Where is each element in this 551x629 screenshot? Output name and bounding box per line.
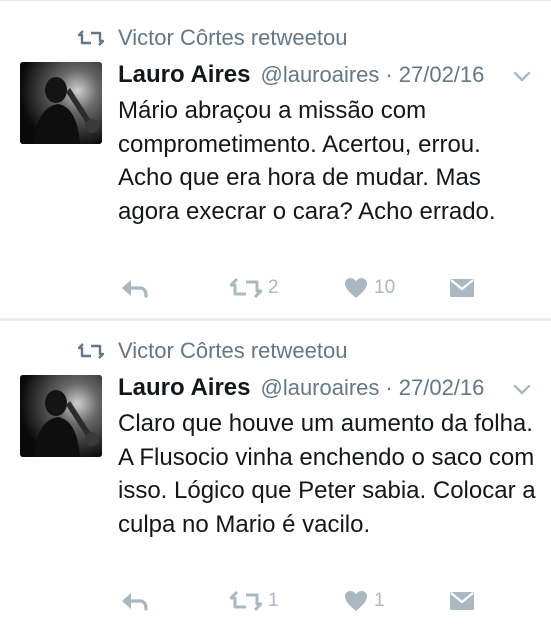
tweet-actions: 1 1 — [118, 587, 538, 615]
reply-icon — [120, 277, 148, 299]
author-name[interactable]: Lauro Aires — [118, 374, 250, 402]
tweet-date[interactable]: 27/02/16 — [399, 375, 485, 401]
tweet-header: Lauro Aires @lauroaires · 27/02/16 — [118, 61, 484, 93]
heart-icon — [344, 590, 368, 612]
like-count: 1 — [374, 590, 385, 611]
retweet-context: Victor Côrtes retweetou — [78, 336, 347, 366]
tweet-header: Lauro Aires @lauroaires · 27/02/16 — [118, 374, 484, 406]
avatar[interactable] — [20, 62, 102, 144]
retweet-icon — [78, 29, 104, 47]
retweet-icon — [78, 342, 104, 360]
author-handle[interactable]: @lauroaires — [260, 62, 379, 88]
envelope-icon — [449, 278, 475, 298]
envelope-icon — [449, 591, 475, 611]
chevron-down-icon[interactable] — [512, 67, 532, 87]
tweet-date[interactable]: 27/02/16 — [399, 62, 485, 88]
tweet-text: Claro que houve um aumento da folha. A F… — [118, 410, 536, 538]
separator: · — [385, 375, 393, 400]
retweet-button[interactable]: 1 — [230, 587, 279, 615]
like-button[interactable]: 10 — [344, 274, 395, 302]
author-handle[interactable]: @lauroaires — [260, 375, 379, 401]
reply-icon — [120, 590, 148, 612]
retweet-button[interactable]: 2 — [230, 274, 279, 302]
direct-message-button[interactable] — [449, 587, 475, 615]
retweet-count: 1 — [268, 590, 279, 611]
reply-button[interactable] — [120, 274, 148, 302]
top-border — [0, 0, 551, 1]
retweet-context-label: Victor Côrtes retweetou — [118, 338, 348, 363]
like-count: 10 — [374, 277, 396, 298]
avatar[interactable] — [20, 375, 102, 457]
reply-button[interactable] — [120, 587, 148, 615]
like-button[interactable]: 1 — [344, 587, 385, 615]
chevron-down-icon[interactable] — [512, 380, 532, 400]
tweet-text: Mário abraçou a missão com comprometimen… — [118, 97, 496, 225]
tweet[interactable]: Victor Côrtes retweetou Lauro Aires @lau… — [0, 8, 551, 319]
tweet-actions: 2 10 — [118, 274, 538, 302]
author-name[interactable]: Lauro Aires — [118, 61, 250, 89]
retweet-count: 2 — [268, 277, 279, 298]
tweet[interactable]: Victor Côrtes retweetou Lauro Aires @lau… — [0, 321, 551, 629]
retweet-icon — [230, 277, 262, 299]
retweet-icon — [230, 590, 262, 612]
retweet-context: Victor Côrtes retweetou — [78, 23, 347, 53]
direct-message-button[interactable] — [449, 274, 475, 302]
retweet-context-label: Victor Côrtes retweetou — [118, 25, 348, 50]
separator: · — [385, 62, 393, 87]
heart-icon — [344, 277, 368, 299]
